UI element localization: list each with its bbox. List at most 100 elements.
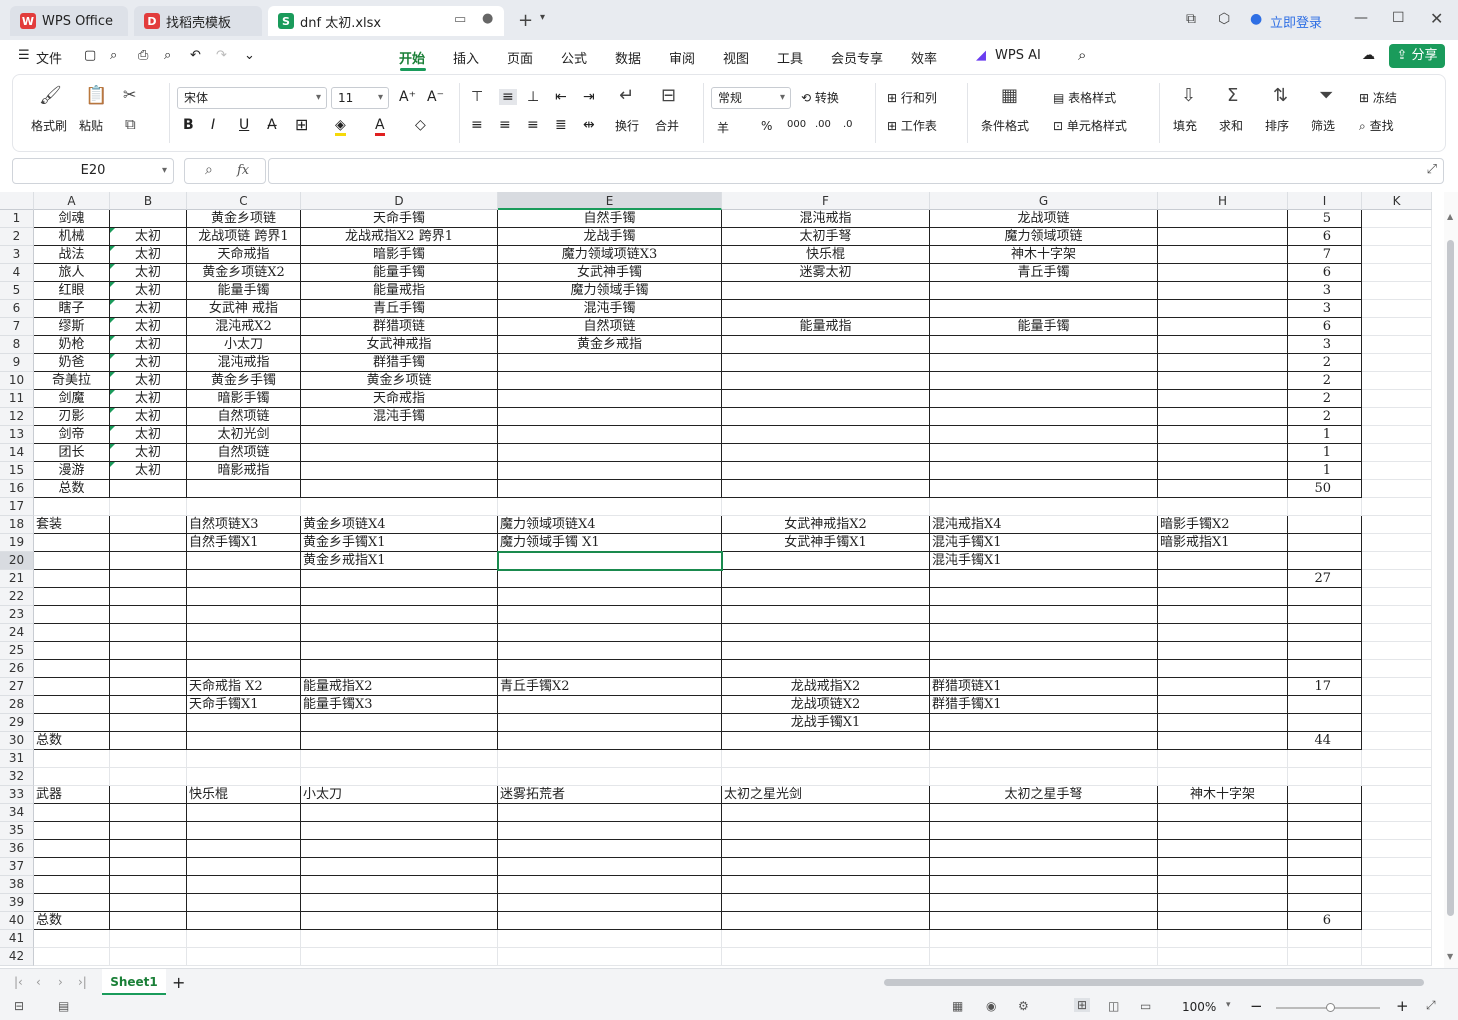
row-header-22[interactable]: 22 [0, 588, 34, 606]
cell-E30[interactable] [498, 732, 722, 750]
cell-K2[interactable] [1362, 228, 1432, 246]
cell-D4[interactable]: 能量手镯 [301, 264, 498, 282]
cell-K38[interactable] [1362, 876, 1432, 894]
cell-G1[interactable]: 龙战项链 [930, 210, 1158, 228]
cell-A37[interactable] [34, 858, 110, 876]
cell-K15[interactable] [1362, 462, 1432, 480]
scroll-down-icon[interactable]: ▼ [1447, 952, 1453, 961]
cell-G33[interactable]: 太初之星手弩 [930, 786, 1158, 804]
cell-K41[interactable] [1362, 930, 1432, 948]
cell-B20[interactable] [110, 552, 187, 570]
cell-H10[interactable] [1158, 372, 1288, 390]
paste-icon[interactable]: 📋 [85, 85, 107, 106]
cell-F12[interactable] [722, 408, 930, 426]
merge-button[interactable]: 合并 [655, 117, 679, 134]
cell-A30[interactable]: 总数 [34, 732, 110, 750]
cell-C26[interactable] [187, 660, 301, 678]
cut-icon[interactable]: ✂ [123, 85, 136, 104]
scroll-up-icon[interactable]: ▲ [1447, 212, 1453, 221]
row-header-14[interactable]: 14 [0, 444, 34, 462]
cell-G22[interactable] [930, 588, 1158, 606]
row-header-12[interactable]: 12 [0, 408, 34, 426]
cell-D39[interactable] [301, 894, 498, 912]
cell-K16[interactable] [1362, 480, 1432, 498]
cell-H31[interactable] [1158, 750, 1288, 768]
cell-F34[interactable] [722, 804, 930, 822]
cell-B31[interactable] [110, 750, 187, 768]
tab-window-icon[interactable]: ▭ [454, 12, 466, 27]
cell-C30[interactable] [187, 732, 301, 750]
cell-I4[interactable]: 6 [1288, 264, 1362, 282]
column-header-D[interactable]: D [301, 192, 498, 210]
row-header-28[interactable]: 28 [0, 696, 34, 714]
menu-view[interactable]: 视图 [723, 48, 749, 67]
cell-D19[interactable]: 黄金乡手镯X1 [301, 534, 498, 552]
cell-E33[interactable]: 迷雾拓荒者 [498, 786, 722, 804]
cell-A34[interactable] [34, 804, 110, 822]
row-header-34[interactable]: 34 [0, 804, 34, 822]
cell-E41[interactable] [498, 930, 722, 948]
cell-D13[interactable] [301, 426, 498, 444]
cell-E11[interactable] [498, 390, 722, 408]
cell-E12[interactable] [498, 408, 722, 426]
row-header-13[interactable]: 13 [0, 426, 34, 444]
page-break-icon[interactable]: ▭ [1140, 999, 1151, 1013]
cell-D29[interactable] [301, 714, 498, 732]
cell-C3[interactable]: 天命戒指 [187, 246, 301, 264]
row-header-20[interactable]: 20 [0, 552, 34, 570]
menu-page[interactable]: 页面 [507, 48, 533, 67]
cell-E40[interactable] [498, 912, 722, 930]
cell-D36[interactable] [301, 840, 498, 858]
cell-B17[interactable] [110, 498, 187, 516]
column-header-G[interactable]: G [930, 192, 1158, 210]
cell-E35[interactable] [498, 822, 722, 840]
cell-K8[interactable] [1362, 336, 1432, 354]
cell-A18[interactable]: 套装 [34, 516, 110, 534]
cell-D2[interactable]: 龙战戒指X2 跨界1 [301, 228, 498, 246]
row-header-9[interactable]: 9 [0, 354, 34, 372]
cell-I1[interactable]: 5 [1288, 210, 1362, 228]
cell-E7[interactable]: 自然项链 [498, 318, 722, 336]
cell-A19[interactable] [34, 534, 110, 552]
cond-format-icon[interactable]: ▦ [1001, 85, 1018, 106]
cell-K9[interactable] [1362, 354, 1432, 372]
cell-H4[interactable] [1158, 264, 1288, 282]
cell-B16[interactable] [110, 480, 187, 498]
cell-D33[interactable]: 小太刀 [301, 786, 498, 804]
cell-G10[interactable] [930, 372, 1158, 390]
cell-H12[interactable] [1158, 408, 1288, 426]
cell-K14[interactable] [1362, 444, 1432, 462]
cell-H8[interactable] [1158, 336, 1288, 354]
cell-K37[interactable] [1362, 858, 1432, 876]
cell-F21[interactable] [722, 570, 930, 588]
cell-E2[interactable]: 龙战手镯 [498, 228, 722, 246]
cell-A17[interactable] [34, 498, 110, 516]
cell-C41[interactable] [187, 930, 301, 948]
cell-I31[interactable] [1288, 750, 1362, 768]
cell-H14[interactable] [1158, 444, 1288, 462]
add-sheet-icon[interactable]: + [172, 973, 185, 992]
row-header-31[interactable]: 31 [0, 750, 34, 768]
wrap-text-icon[interactable]: ↵ [619, 85, 634, 106]
cell-D25[interactable] [301, 642, 498, 660]
cell-C33[interactable]: 快乐棍 [187, 786, 301, 804]
decrease-font-icon[interactable]: A⁻ [427, 89, 444, 105]
cell-H28[interactable] [1158, 696, 1288, 714]
zoom-slider[interactable] [1276, 1003, 1380, 1012]
bold-button[interactable]: B [183, 117, 194, 133]
cell-G31[interactable] [930, 750, 1158, 768]
cell-H15[interactable] [1158, 462, 1288, 480]
row-header-37[interactable]: 37 [0, 858, 34, 876]
cell-G36[interactable] [930, 840, 1158, 858]
fill-color-icon[interactable]: ◈ [335, 117, 346, 136]
cell-D17[interactable] [301, 498, 498, 516]
fullscreen-icon[interactable]: ⤢ [1426, 998, 1436, 1013]
cell-F24[interactable] [722, 624, 930, 642]
cell-B24[interactable] [110, 624, 187, 642]
cell-E19[interactable]: 魔力领域手镯 X1 [498, 534, 722, 552]
clear-format-icon[interactable]: ◇ [415, 117, 426, 133]
cell-C28[interactable]: 天命手镯X1 [187, 696, 301, 714]
cell-C34[interactable] [187, 804, 301, 822]
menu-home[interactable]: 开始 [399, 48, 425, 67]
zoom-chevron-icon[interactable]: ▾ [1226, 1000, 1231, 1010]
